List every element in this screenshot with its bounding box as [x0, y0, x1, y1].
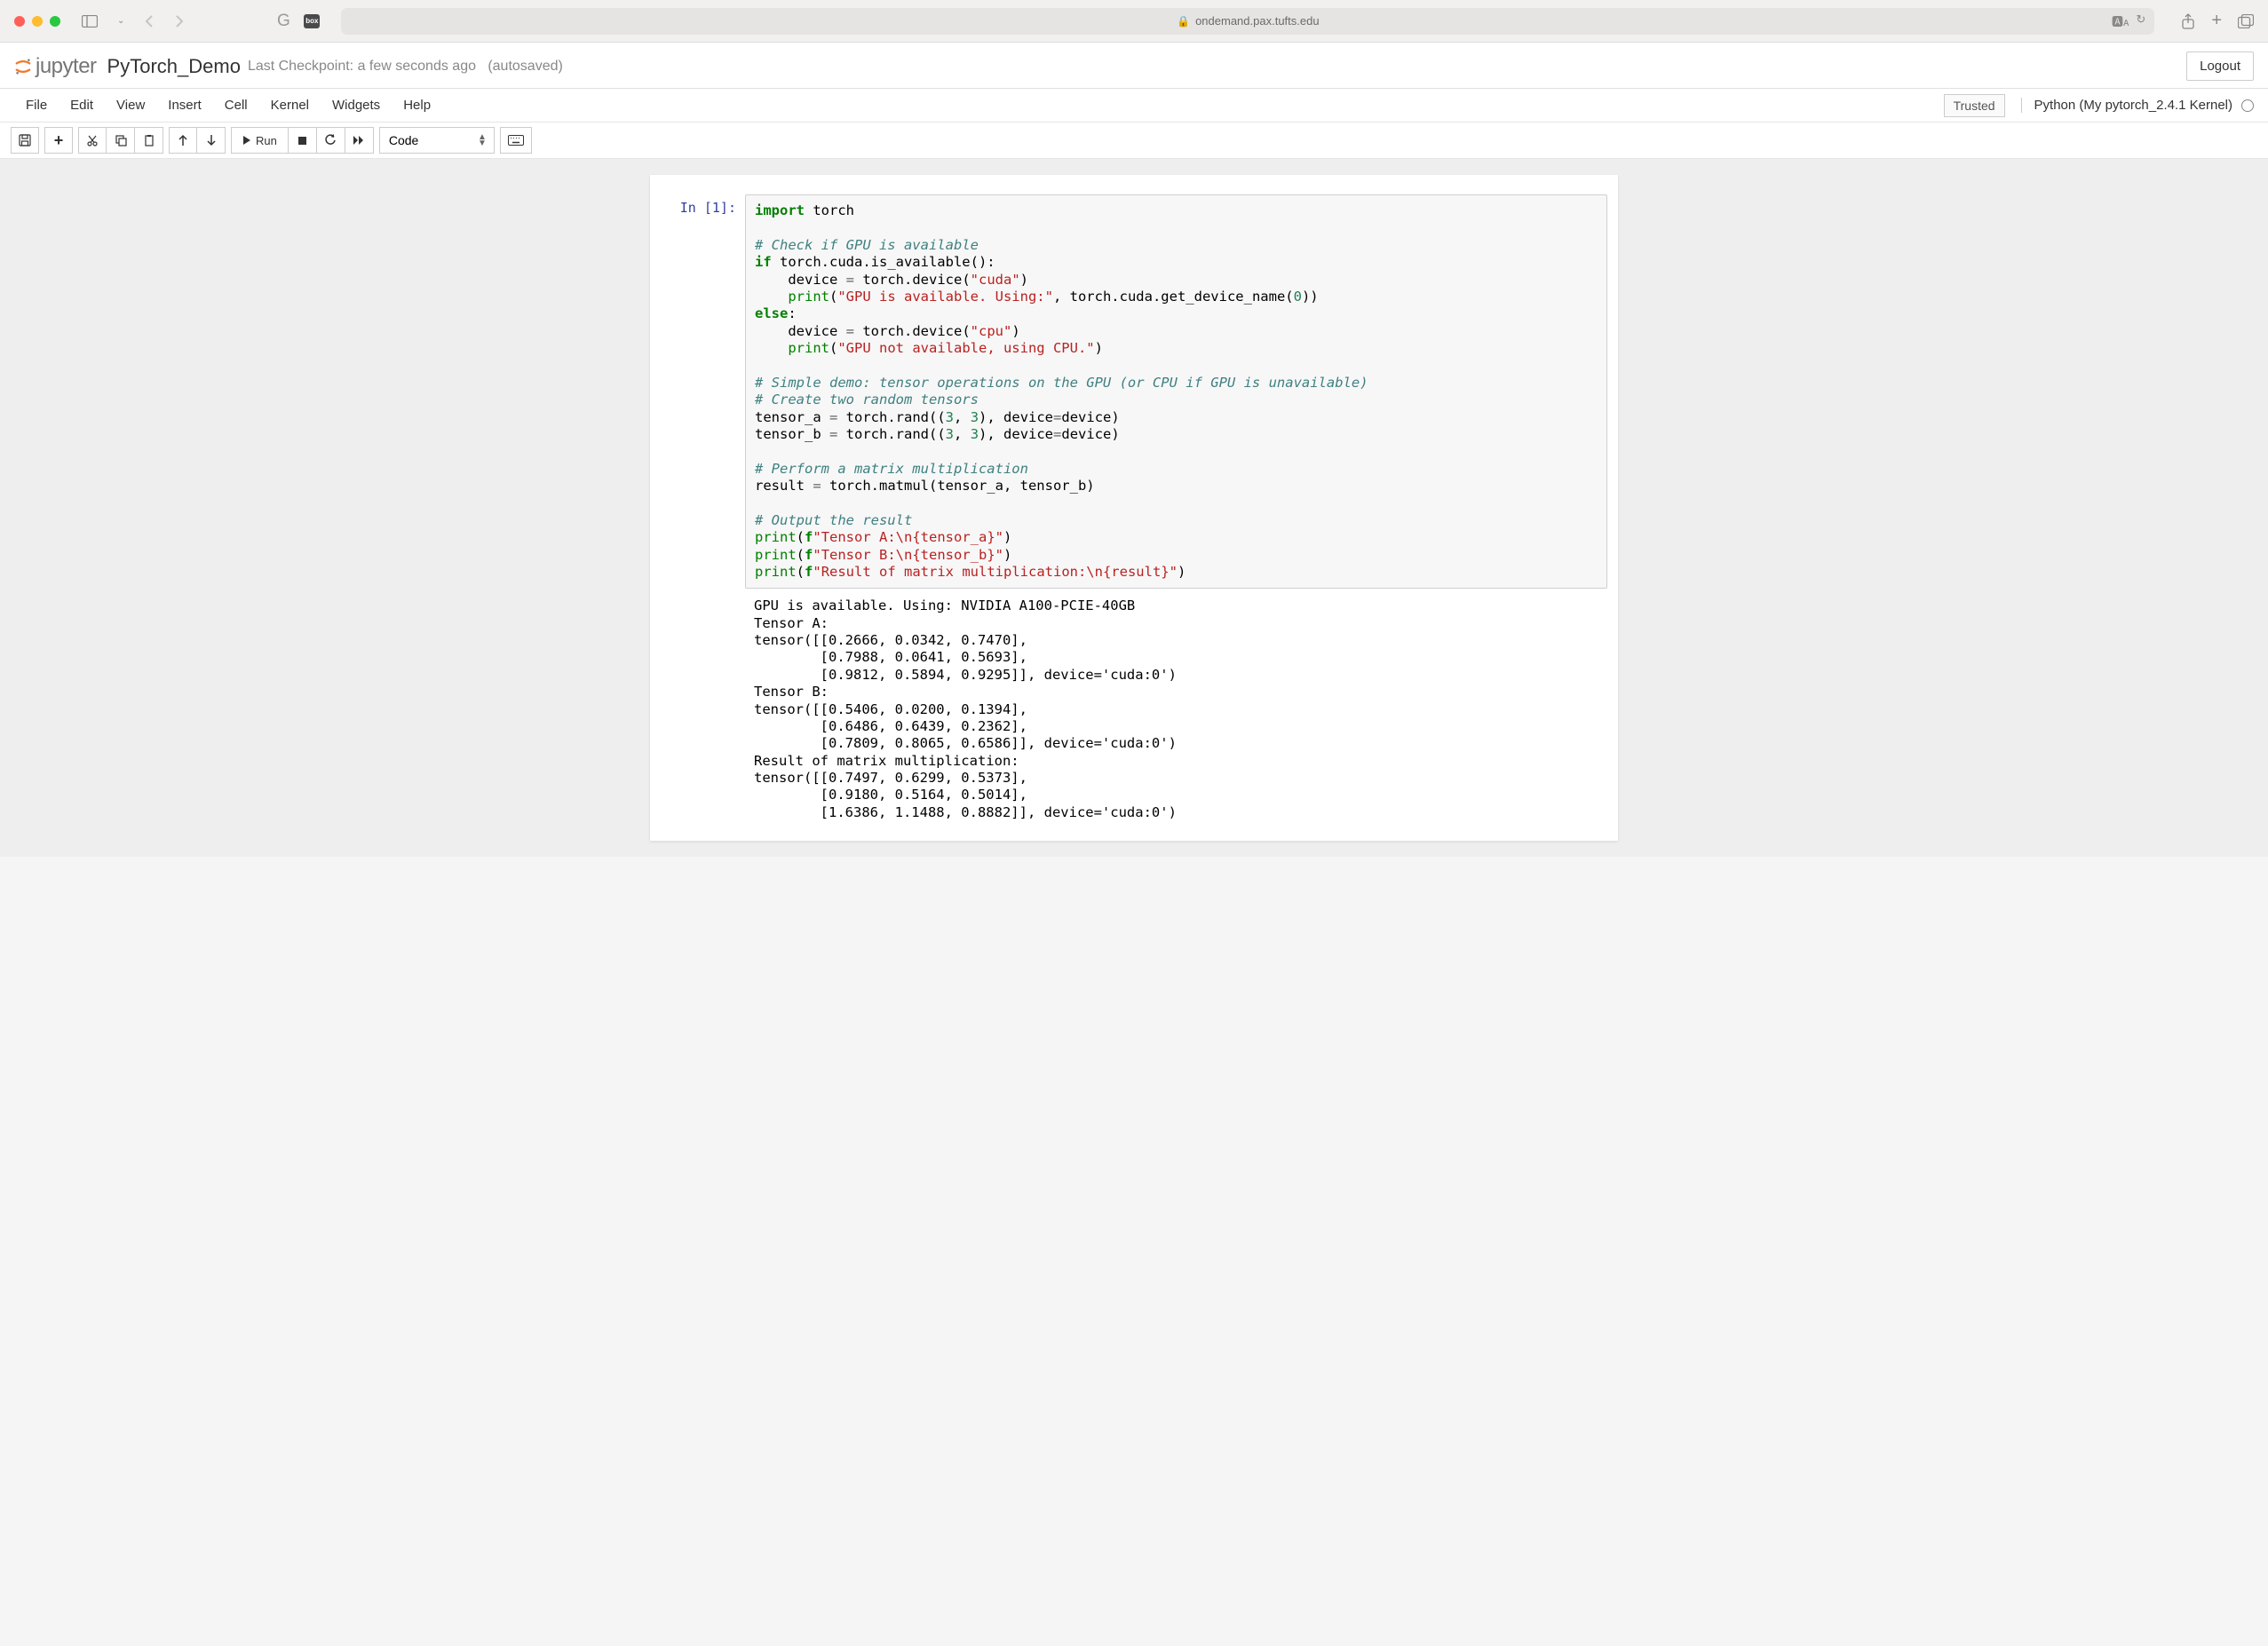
jupyter-toolbar: + Run Code ▲	[0, 123, 2268, 159]
minimize-window-button[interactable]	[32, 16, 43, 27]
save-button[interactable]	[11, 127, 39, 154]
menu-cell[interactable]: Cell	[213, 98, 259, 113]
logout-button[interactable]: Logout	[2186, 51, 2254, 81]
cell-type-select[interactable]: Code ▲▼	[379, 127, 495, 154]
input-prompt: In [1]:	[661, 194, 745, 589]
new-tab-icon[interactable]: +	[2211, 11, 2222, 31]
lock-icon: 🔒	[1177, 15, 1190, 28]
output-cell: GPU is available. Using: NVIDIA A100-PCI…	[661, 592, 1607, 827]
fast-forward-icon	[353, 135, 365, 146]
cut-button[interactable]	[78, 127, 107, 154]
share-icon[interactable]	[2181, 13, 2195, 29]
window-controls	[14, 16, 60, 27]
forward-button[interactable]	[170, 12, 188, 30]
menu-kernel[interactable]: Kernel	[259, 98, 321, 113]
restart-run-all-button[interactable]	[345, 127, 374, 154]
menu-help[interactable]: Help	[392, 98, 442, 113]
menu-view[interactable]: View	[105, 98, 156, 113]
paste-button[interactable]	[135, 127, 163, 154]
notebook: In [1]: import torch # Check if GPU is a…	[650, 175, 1618, 841]
tab-dropdown-icon[interactable]: ⌄	[114, 14, 128, 28]
close-window-button[interactable]	[14, 16, 25, 27]
interrupt-button[interactable]	[289, 127, 317, 154]
keyboard-icon	[508, 135, 524, 146]
code-cell[interactable]: In [1]: import torch # Check if GPU is a…	[661, 194, 1607, 589]
kernel-name[interactable]: Python (My pytorch_2.4.1 Kernel)	[2034, 98, 2232, 113]
grammarly-extension-icon[interactable]: G	[275, 13, 291, 29]
play-icon	[242, 135, 251, 146]
kernel-status-icon	[2241, 99, 2254, 112]
menu-widgets[interactable]: Widgets	[321, 98, 392, 113]
insert-cell-button[interactable]: +	[44, 127, 73, 154]
run-label: Run	[256, 134, 277, 147]
jupyter-logo-icon	[14, 58, 32, 75]
output-text: GPU is available. Using: NVIDIA A100-PCI…	[754, 597, 1598, 821]
translate-icon[interactable]: 🅰ᴀ	[2112, 12, 2129, 29]
reload-icon[interactable]: ↻	[2136, 12, 2145, 29]
trusted-indicator[interactable]: Trusted	[1944, 94, 2005, 117]
maximize-window-button[interactable]	[50, 16, 60, 27]
url-text: ondemand.pax.tufts.edu	[1195, 14, 1320, 28]
cell-type-value: Code	[389, 133, 418, 147]
copy-button[interactable]	[107, 127, 135, 154]
notebook-title[interactable]: PyTorch_Demo	[107, 55, 241, 78]
command-palette-button[interactable]	[500, 127, 532, 154]
notebook-container: In [1]: import torch # Check if GPU is a…	[0, 159, 2268, 857]
sidebar-toggle-icon[interactable]	[78, 13, 101, 29]
jupyter-menubar: FileEditViewInsertCellKernelWidgetsHelp …	[0, 89, 2268, 123]
box-extension-icon[interactable]: box	[304, 14, 320, 28]
code-input-area[interactable]: import torch # Check if GPU is available…	[745, 194, 1607, 589]
browser-toolbar: ⌄ G box 🔒 ondemand.pax.tufts.edu 🅰ᴀ ↻ +	[0, 0, 2268, 43]
output-prompt	[661, 592, 745, 827]
move-up-button[interactable]	[169, 127, 197, 154]
back-button[interactable]	[140, 12, 158, 30]
jupyter-logo[interactable]: jupyter	[14, 54, 97, 79]
address-bar[interactable]: 🔒 ondemand.pax.tufts.edu 🅰ᴀ ↻	[341, 8, 2154, 35]
jupyter-logo-text: jupyter	[36, 54, 97, 79]
stop-icon	[297, 136, 307, 146]
output-area: GPU is available. Using: NVIDIA A100-PCI…	[745, 592, 1607, 827]
move-down-button[interactable]	[197, 127, 226, 154]
code-content[interactable]: import torch # Check if GPU is available…	[755, 202, 1598, 581]
menu-edit[interactable]: Edit	[59, 98, 105, 113]
jupyter-header: jupyter PyTorch_Demo Last Checkpoint: a …	[0, 43, 2268, 89]
restart-button[interactable]	[317, 127, 345, 154]
tabs-overview-icon[interactable]	[2238, 14, 2254, 28]
menu-file[interactable]: File	[14, 98, 59, 113]
restart-icon	[324, 134, 337, 146]
checkpoint-status: Last Checkpoint: a few seconds ago (auto…	[248, 59, 563, 75]
menu-insert[interactable]: Insert	[156, 98, 213, 113]
run-button[interactable]: Run	[231, 127, 289, 154]
